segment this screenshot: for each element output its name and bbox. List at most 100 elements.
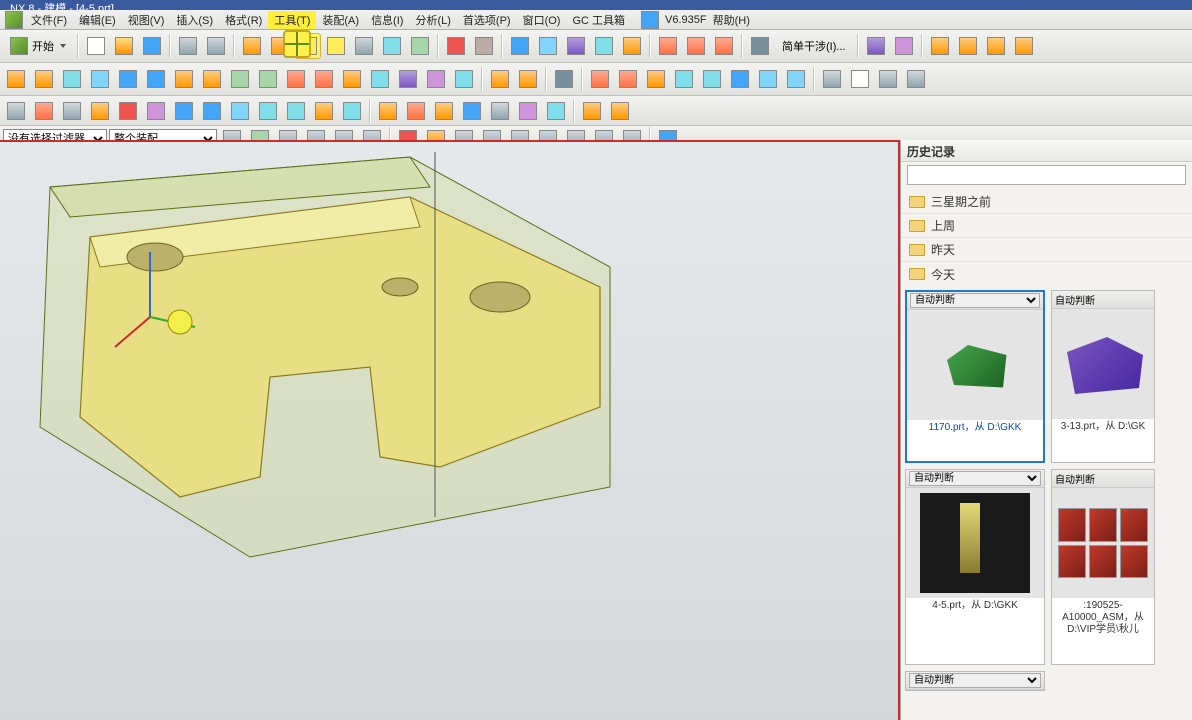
r2-31[interactable] [903, 66, 929, 92]
menu-tools[interactable]: 工具(T) [268, 11, 316, 29]
menu-insert[interactable]: 插入(S) [170, 11, 219, 29]
tool-b0[interactable] [443, 33, 469, 59]
history-search-input[interactable] [907, 165, 1186, 185]
menu-analysis[interactable]: 分析(L) [409, 11, 456, 29]
tool-d2[interactable] [711, 33, 737, 59]
r2-26[interactable] [755, 66, 781, 92]
r3-5[interactable] [143, 98, 169, 124]
tool-c2[interactable] [563, 33, 589, 59]
history-folder-yesterday[interactable]: 昨天 [901, 238, 1192, 262]
r3-16[interactable] [459, 98, 485, 124]
tool-a4[interactable] [379, 33, 405, 59]
history-folder-3weeks[interactable]: 三星期之前 [901, 190, 1192, 214]
tool-g0[interactable] [927, 33, 953, 59]
menu-format[interactable]: 格式(R) [219, 11, 268, 29]
history-item-4-5[interactable]: 自动判断 4-5.prt，从 D:\GKK [905, 469, 1045, 664]
r2-6[interactable] [171, 66, 197, 92]
r3-8[interactable] [227, 98, 253, 124]
tool-a3[interactable] [351, 33, 377, 59]
start-button[interactable]: 开始 [3, 33, 73, 59]
r3-6[interactable] [171, 98, 197, 124]
r2-1[interactable] [31, 66, 57, 92]
r3-19[interactable] [543, 98, 569, 124]
tool-c0[interactable] [507, 33, 533, 59]
tool-d0[interactable] [655, 33, 681, 59]
r3-21[interactable] [607, 98, 633, 124]
tool-c3[interactable] [591, 33, 617, 59]
r2-11[interactable] [311, 66, 337, 92]
r3-spline[interactable] [87, 98, 113, 124]
tool-c1[interactable] [535, 33, 561, 59]
r2-17[interactable] [487, 66, 513, 92]
r2-20[interactable] [587, 66, 613, 92]
r2-0[interactable] [3, 66, 29, 92]
menu-edit[interactable]: 编辑(E) [73, 11, 122, 29]
history-folder-today[interactable]: 今天 [901, 262, 1192, 286]
simple-interference-button[interactable]: 简单干涉(I)... [775, 33, 853, 59]
history-item-mode[interactable]: 自动判断 [909, 471, 1041, 486]
r3-9[interactable] [255, 98, 281, 124]
r3-arc[interactable] [31, 98, 57, 124]
menu-assembly[interactable]: 装配(A) [316, 11, 365, 29]
r2-27[interactable] [783, 66, 809, 92]
r3-15[interactable] [431, 98, 457, 124]
r2-19[interactable] [551, 66, 577, 92]
3d-viewport[interactable] [0, 140, 900, 720]
r2-23[interactable] [671, 66, 697, 92]
tool-b1[interactable] [471, 33, 497, 59]
r2-9[interactable] [255, 66, 281, 92]
r3-12[interactable] [339, 98, 365, 124]
history-item-asm[interactable]: 自动判断 :190525-A10000_ASM，从 D:\VIP学员\秋儿 [1051, 469, 1155, 664]
tool-f1[interactable] [891, 33, 917, 59]
r2-15[interactable] [423, 66, 449, 92]
tool-a5[interactable] [407, 33, 433, 59]
r3-11[interactable] [311, 98, 337, 124]
tool-a2[interactable] [323, 33, 349, 59]
menu-info[interactable]: 信息(I) [365, 11, 409, 29]
r2-18[interactable] [515, 66, 541, 92]
r2-3[interactable] [87, 66, 113, 92]
new-button[interactable] [83, 33, 109, 59]
r3-line[interactable] [3, 98, 29, 124]
r3-17[interactable] [487, 98, 513, 124]
tool-g3[interactable] [1011, 33, 1037, 59]
history-item-mode[interactable]: 自动判断 [909, 673, 1041, 688]
history-item-1170[interactable]: 自动判断 1170.prt，从 D:\GKK [905, 290, 1045, 463]
r2-29[interactable] [847, 66, 873, 92]
tool-g1[interactable] [955, 33, 981, 59]
r3-10[interactable] [283, 98, 309, 124]
menu-gctoolbox[interactable]: GC 工具箱 [566, 11, 631, 29]
r3-4[interactable] [115, 98, 141, 124]
history-item-3-13[interactable]: 自动判断 3-13.prt，从 D:\GK [1051, 290, 1155, 463]
redo-button[interactable] [203, 33, 229, 59]
r2-30[interactable] [875, 66, 901, 92]
menu-preferences[interactable]: 首选项(P) [457, 11, 517, 29]
r2-13[interactable] [367, 66, 393, 92]
history-item-mode[interactable]: 自动判断 [910, 293, 1040, 308]
r2-10[interactable] [283, 66, 309, 92]
tool-f0[interactable] [863, 33, 889, 59]
r2-8[interactable] [227, 66, 253, 92]
r2-24[interactable] [699, 66, 725, 92]
menu-file[interactable]: 文件(F) [25, 11, 73, 29]
r3-rect[interactable] [59, 98, 85, 124]
r2-14[interactable] [395, 66, 421, 92]
history-folder-lastweek[interactable]: 上周 [901, 214, 1192, 238]
r2-25[interactable] [727, 66, 753, 92]
r3-18[interactable] [515, 98, 541, 124]
tool-e0[interactable] [747, 33, 773, 59]
tool-g2[interactable] [983, 33, 1009, 59]
r2-5[interactable] [143, 66, 169, 92]
r2-7[interactable] [199, 66, 225, 92]
r3-14[interactable] [403, 98, 429, 124]
tool-d1[interactable] [683, 33, 709, 59]
r2-12[interactable] [339, 66, 365, 92]
menu-help[interactable]: 帮助(H) [707, 11, 756, 29]
tool-c4[interactable] [619, 33, 645, 59]
r2-21[interactable] [615, 66, 641, 92]
r2-22[interactable] [643, 66, 669, 92]
save-button[interactable] [139, 33, 165, 59]
r3-7[interactable] [199, 98, 225, 124]
open-button[interactable] [111, 33, 137, 59]
r2-16[interactable] [451, 66, 477, 92]
